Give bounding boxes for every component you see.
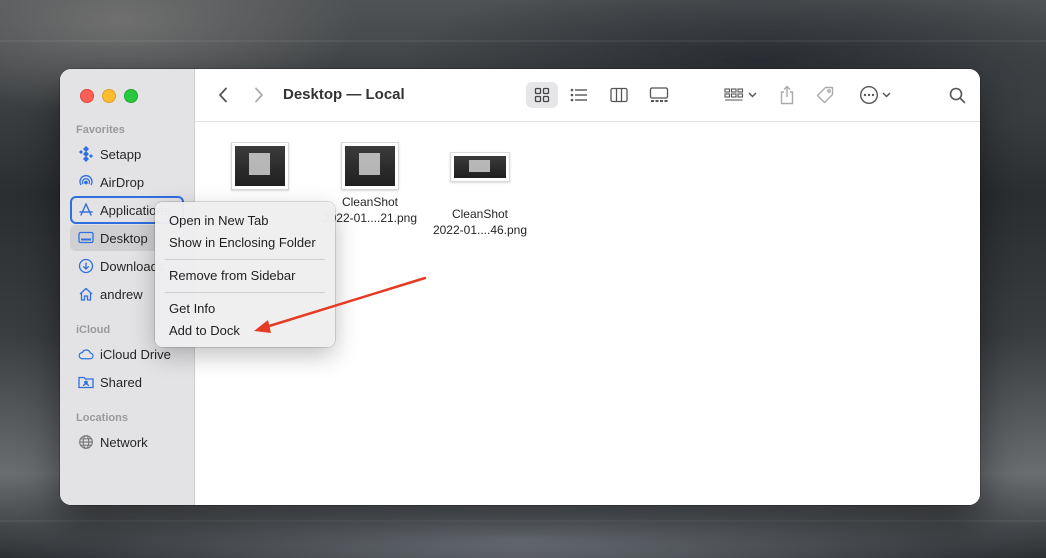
annotation-arrow xyxy=(254,276,427,333)
